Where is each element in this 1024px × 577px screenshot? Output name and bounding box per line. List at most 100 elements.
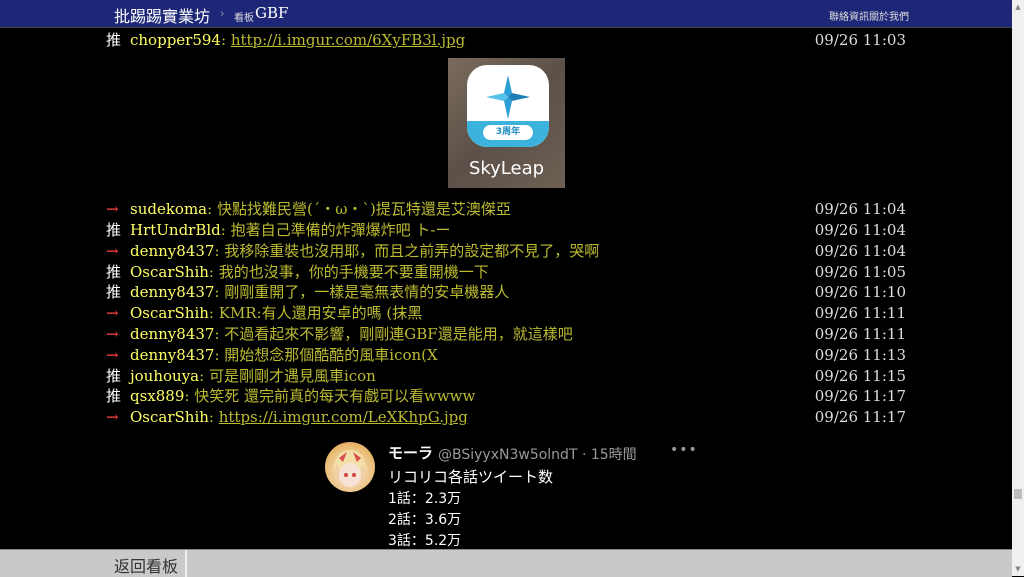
push-time: 09/26 11:11 bbox=[814, 304, 906, 322]
push-time: 09/26 11:04 bbox=[814, 242, 906, 260]
arrow-tag: → bbox=[106, 325, 119, 343]
push-tag: 推 bbox=[106, 367, 122, 385]
scroll-thumb[interactable] bbox=[1014, 489, 1022, 499]
push-content-link[interactable]: https://i.imgur.com/LeXKhpG.jpg bbox=[219, 408, 468, 426]
push-content: 我的也沒事，你的手機要不要重開機一下 bbox=[218, 263, 489, 281]
push-row: 推 chopper594: http://i.imgur.com/6XyFB3l.… bbox=[106, 30, 906, 50]
breadcrumb-separator: › bbox=[220, 7, 225, 20]
avatar-illustration-icon bbox=[333, 450, 367, 487]
push-user-id[interactable]: denny8437 bbox=[130, 283, 214, 301]
push-row: → OscarShih: KMR:有人還用安卓的嗎 (抹黑 09/26 11:11 bbox=[106, 303, 906, 323]
scroll-down-arrow-icon[interactable]: ▼ bbox=[1012, 564, 1024, 574]
skyleap-app-icon: 3周年 bbox=[467, 65, 549, 147]
push-tag: 推 bbox=[106, 387, 122, 405]
site-name-link[interactable]: 批踢踢實業坊 bbox=[114, 3, 210, 27]
compass-star-icon bbox=[486, 75, 530, 119]
push-colon: : bbox=[184, 387, 195, 405]
board-prefix-label: 看板 bbox=[234, 13, 254, 24]
push-row: 推 denny8437: 剛剛重開了，一樣是毫無表情的安卓機器人 09/26 11:… bbox=[106, 282, 906, 302]
push-time: 09/26 11:04 bbox=[814, 200, 906, 218]
vertical-scrollbar[interactable]: ▲ ▼ bbox=[1012, 0, 1024, 576]
push-user-id[interactable]: denny8437 bbox=[130, 325, 214, 343]
push-user-id[interactable]: OscarShih bbox=[130, 263, 209, 281]
push-content: 抱著自己準備的炸彈爆炸吧 ト-ー bbox=[230, 221, 451, 239]
push-row: → denny8437: 開始想念那個酷酷的風車icon(X 09/26 11:13 bbox=[106, 345, 906, 365]
tweet-embed[interactable]: モーラ @BSiyyxN3w5olndT · 15時間 ••• リコリコ各話ツイ… bbox=[320, 438, 700, 549]
contact-link[interactable]: 聯絡資訊 bbox=[829, 8, 869, 23]
push-content: 剛剛重開了，一樣是毫無表情的安卓機器人 bbox=[224, 283, 510, 301]
push-content: 快笑死 還完前真的每天有戲可以看wwww bbox=[194, 387, 476, 405]
push-row: → denny8437: 不過看起來不影響，剛剛連GBF還是能用，就這樣吧 09/2… bbox=[106, 324, 906, 344]
back-to-board-button[interactable]: 返回看板 bbox=[114, 553, 178, 577]
push-user-id[interactable]: qsx889 bbox=[130, 387, 184, 405]
push-row: 推 OscarShih: 我的也沒事，你的手機要不要重開機一下 09/26 11:0… bbox=[106, 262, 906, 282]
push-user-id[interactable]: HrtUndrBld bbox=[130, 221, 221, 239]
push-tag: 推 bbox=[106, 263, 122, 281]
arrow-tag: → bbox=[106, 242, 119, 260]
push-content: 不過看起來不影響，剛剛連GBF還是能用，就這樣吧 bbox=[224, 325, 573, 343]
push-tag: 推 bbox=[106, 283, 122, 301]
push-user-id[interactable]: denny8437 bbox=[130, 242, 214, 260]
scroll-up-arrow-icon[interactable]: ▲ bbox=[1012, 2, 1024, 12]
top-bar: 批踢踢實業坊 › 看板 GBF 聯絡資訊 關於我們 bbox=[0, 0, 1012, 28]
push-time: 09/26 11:13 bbox=[814, 346, 906, 364]
push-time: 09/26 11:10 bbox=[814, 283, 906, 301]
tweet-display-name[interactable]: モーラ bbox=[388, 442, 433, 463]
push-user-id[interactable]: chopper594 bbox=[130, 31, 221, 49]
push-colon: : bbox=[207, 200, 217, 218]
more-options-icon[interactable]: ••• bbox=[670, 442, 698, 458]
arrow-tag: → bbox=[106, 304, 119, 322]
push-colon: : bbox=[199, 367, 209, 385]
push-colon: : bbox=[208, 263, 219, 281]
board-name-link[interactable]: GBF bbox=[255, 4, 288, 22]
push-colon: : bbox=[208, 408, 219, 426]
push-colon: : bbox=[220, 31, 231, 49]
push-row: → denny8437: 我移除重裝也沒用耶，而且之前弄的設定都不見了，哭啊 09/… bbox=[106, 241, 906, 261]
bottom-bar: 返回看板 bbox=[0, 549, 1012, 577]
push-user-id[interactable]: OscarShih bbox=[130, 408, 209, 426]
push-colon: : bbox=[214, 325, 225, 343]
skyleap-app-label: SkyLeap bbox=[468, 158, 545, 179]
anniversary-badge: 3周年 bbox=[483, 125, 533, 140]
push-content: 快點找難民營(´・ω・`)提瓦特還是艾澳傑亞 bbox=[216, 200, 511, 218]
push-time: 09/26 11:17 bbox=[814, 387, 906, 405]
push-user-id[interactable]: jouhouya bbox=[130, 367, 199, 385]
push-colon: : bbox=[214, 346, 225, 364]
tweet-handle-time: @BSiyyxN3w5olndT · 15時間 bbox=[438, 447, 637, 463]
push-content: 開始想念那個酷酷的風車icon(X bbox=[224, 346, 438, 364]
push-row: 推 jouhouya: 可是剛剛才遇見風車icon 09/26 11:15 bbox=[106, 366, 906, 386]
push-colon: : bbox=[208, 304, 219, 322]
tweet-text-line: 3話：5.2万 bbox=[388, 533, 462, 549]
push-time: 09/26 11:03 bbox=[814, 31, 906, 49]
avatar[interactable] bbox=[325, 442, 375, 492]
arrow-tag: → bbox=[106, 346, 119, 364]
push-colon: : bbox=[214, 283, 225, 301]
arrow-tag: → bbox=[106, 408, 119, 426]
skyleap-screenshot-image[interactable]: 3周年 SkyLeap bbox=[448, 58, 565, 188]
tweet-text-line: 2話：3.6万 bbox=[388, 512, 462, 528]
push-row: → OscarShih: https://i.imgur.com/LeXKhpG.… bbox=[106, 407, 906, 427]
push-content-link[interactable]: http://i.imgur.com/6XyFB3l.jpg bbox=[231, 31, 465, 49]
push-user-id[interactable]: denny8437 bbox=[130, 346, 214, 364]
tweet-text-line: リコリコ各話ツイート数 bbox=[388, 468, 554, 486]
push-row: 推 HrtUndrBld: 抱著自己準備的炸彈爆炸吧 ト-ー 09/26 11:04 bbox=[106, 220, 906, 240]
push-time: 09/26 11:05 bbox=[814, 263, 906, 281]
bottom-divider bbox=[185, 550, 187, 577]
push-colon: : bbox=[214, 242, 225, 260]
push-content: 我移除重裝也沒用耶，而且之前弄的設定都不見了，哭啊 bbox=[224, 242, 600, 260]
push-content: 可是剛剛才遇見風車icon bbox=[208, 367, 376, 385]
push-colon: : bbox=[220, 221, 231, 239]
tweet-text-line: 1話：2.3万 bbox=[388, 491, 462, 507]
push-user-id[interactable]: OscarShih bbox=[130, 304, 209, 322]
arrow-tag: → bbox=[106, 200, 119, 218]
push-content: KMR:有人還用安卓的嗎 (抹黑 bbox=[218, 304, 423, 322]
push-tag: 推 bbox=[106, 221, 122, 239]
push-tag: 推 bbox=[106, 31, 122, 49]
push-row: 推 qsx889: 快笑死 還完前真的每天有戲可以看wwww 09/26 11:17 bbox=[106, 386, 906, 406]
push-time: 09/26 11:15 bbox=[814, 367, 906, 385]
push-user-id[interactable]: sudekoma bbox=[130, 200, 207, 218]
push-row: → sudekoma: 快點找難民營(´・ω・`)提瓦特還是艾澳傑亞 09/26 1… bbox=[106, 199, 906, 219]
push-time: 09/26 11:11 bbox=[814, 325, 906, 343]
push-time: 09/26 11:17 bbox=[814, 408, 906, 426]
about-link[interactable]: 關於我們 bbox=[869, 8, 909, 23]
